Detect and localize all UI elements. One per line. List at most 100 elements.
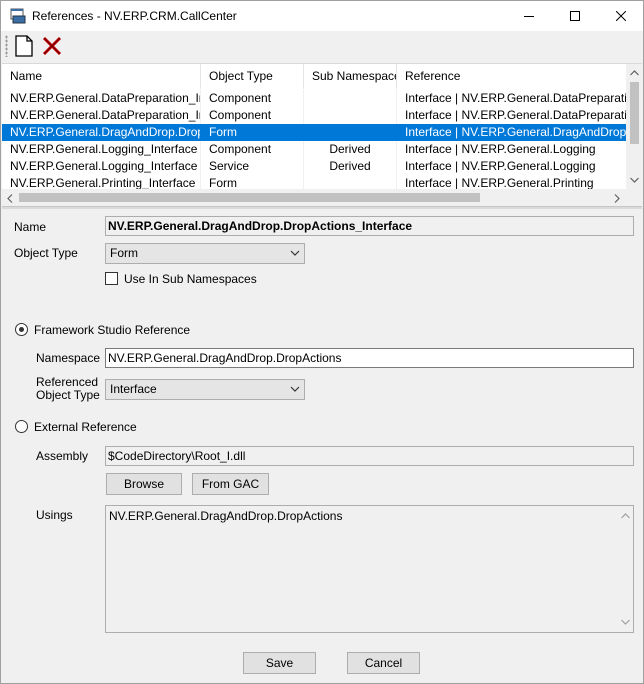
minimize-icon [524,16,534,17]
column-header-sub-namespace[interactable]: Sub Namespace [304,64,397,89]
new-button[interactable] [12,34,36,58]
cell-object-type: Service [201,158,304,175]
cell-object-type: Form [201,175,304,189]
referenced-object-type-dropdown[interactable]: Interface [105,379,305,400]
cell-reference: Interface | NV.ERP.General.Logging [405,142,596,156]
external-reference-radio[interactable] [15,420,28,433]
name-field[interactable]: NV.ERP.General.DragAndDrop.DropActions_I… [105,216,634,236]
cancel-button[interactable]: Cancel [347,652,420,674]
splitter[interactable] [2,206,642,209]
table-row[interactable]: NV.ERP.General.DataPreparation_Int... Co… [2,107,626,124]
table-row[interactable]: NV.ERP.General.DataPreparation_Int... Co… [2,90,626,107]
cell-sub-namespace [304,124,397,141]
table-row-selected[interactable]: NV.ERP.General.DragAndDrop.DropA... Form… [2,124,626,141]
maximize-icon [570,11,580,21]
referenced-object-type-label-line2: Object Type [36,388,100,402]
scroll-right-button[interactable] [609,190,625,206]
cell-sub-namespace [304,90,397,107]
chevron-down-icon [629,177,639,183]
cell-sub-namespace [304,175,397,189]
referenced-object-type-value: Interface [110,382,157,396]
column-header-object-type[interactable]: Object Type [201,64,304,89]
vertical-scroll-thumb[interactable] [630,82,639,144]
chevron-up-icon [620,513,630,519]
close-button[interactable] [598,1,644,31]
column-header-name[interactable]: Name [2,64,201,89]
cell-name: NV.ERP.General.Logging_Interface [2,141,201,158]
scroll-down-button[interactable] [626,172,642,188]
delete-button[interactable] [40,34,64,58]
cell-reference: Interface | NV.ERP.General.Printing [405,176,594,189]
column-header-reference[interactable]: Reference [397,64,626,89]
table-row[interactable]: NV.ERP.General.Printing_Interface Form I… [2,175,626,189]
assembly-field[interactable]: $CodeDirectory\Root_I.dll [105,446,634,466]
cell-name: NV.ERP.General.DataPreparation_Int... [2,107,201,124]
chevron-up-icon [629,70,639,76]
cell-name: NV.ERP.General.DataPreparation_Int... [2,90,201,107]
object-type-value: Form [110,246,138,260]
from-gac-button[interactable]: From GAC [192,473,269,495]
grid-vertical-scrollbar[interactable] [626,64,642,189]
cell-object-type: Component [201,141,304,158]
chevron-down-icon [290,386,300,392]
framework-studio-reference-label: Framework Studio Reference [34,323,191,337]
minimize-button[interactable] [506,1,552,31]
cell-reference: Interface | NV.ERP.General.Logging [405,159,596,173]
references-window: References - NV.ERP.CRM.CallCenter Name … [0,0,644,684]
cell-sub-namespace: Derived [304,141,397,158]
references-grid[interactable]: Name Object Type Sub Namespace Reference… [2,63,642,206]
name-label: Name [14,220,47,234]
object-type-dropdown[interactable]: Form [105,243,305,264]
chevron-down-icon [620,619,630,625]
usings-scroll-down-button[interactable] [617,614,633,630]
scroll-up-button[interactable] [626,65,642,81]
cell-reference: Interface | NV.ERP.General.DataPreparati… [405,91,626,105]
cell-object-type: Form [201,124,304,141]
cell-object-type: Component [201,90,304,107]
usings-scroll-up-button[interactable] [617,508,633,524]
table-row[interactable]: NV.ERP.General.Logging_Interface Compone… [2,141,626,158]
cell-reference: Interface | NV.ERP.General.DataPreparati… [405,108,626,122]
cell-object-type: Component [201,107,304,124]
referenced-object-type-label-line1: Referenced [36,375,99,389]
cell-reference: Interface | NV.ERP.General.DragAndDrop.D… [405,125,626,139]
scroll-corner [626,189,642,206]
assembly-label: Assembly [36,449,89,463]
use-in-sub-namespaces-label: Use In Sub Namespaces [124,272,257,286]
grid-header: Name Object Type Sub Namespace Reference [2,64,626,89]
horizontal-scroll-thumb[interactable] [19,193,480,202]
save-button[interactable]: Save [243,652,316,674]
app-icon [10,8,26,24]
usings-label: Usings [36,508,73,522]
chevron-left-icon [7,193,13,203]
toolbar-grip[interactable] [5,35,8,57]
usings-scrollbar[interactable] [617,506,633,632]
namespace-field[interactable]: NV.ERP.General.DragAndDrop.DropActions [105,348,634,368]
chevron-down-icon [290,250,300,256]
window-title: References - NV.ERP.CRM.CallCenter [32,9,237,23]
cell-sub-namespace [304,107,397,124]
use-in-sub-namespaces-checkbox[interactable] [105,272,118,285]
usings-text: NV.ERP.General.DragAndDrop.DropActions [109,509,343,523]
framework-studio-reference-radio[interactable] [15,323,28,336]
chevron-right-icon [614,193,620,203]
usings-textarea[interactable]: NV.ERP.General.DragAndDrop.DropActions [105,505,634,633]
namespace-label: Namespace [36,351,101,365]
maximize-button[interactable] [552,1,598,31]
toolbar [1,31,643,61]
delete-x-icon [42,36,62,56]
cell-sub-namespace: Derived [304,158,397,175]
title-bar: References - NV.ERP.CRM.CallCenter [1,1,643,31]
scroll-left-button[interactable] [2,190,18,206]
object-type-label: Object Type [14,246,78,260]
cell-name: NV.ERP.General.DragAndDrop.DropA... [2,124,201,141]
table-row[interactable]: NV.ERP.General.Logging_Interface Service… [2,158,626,175]
grid-horizontal-scrollbar[interactable] [2,189,626,206]
external-reference-label: External Reference [34,420,137,434]
new-document-icon [15,35,33,57]
close-icon [616,11,626,21]
cell-name: NV.ERP.General.Logging_Interface [2,158,201,175]
browse-button[interactable]: Browse [106,473,182,495]
radio-selected-dot [19,327,24,332]
cell-name: NV.ERP.General.Printing_Interface [2,175,201,189]
